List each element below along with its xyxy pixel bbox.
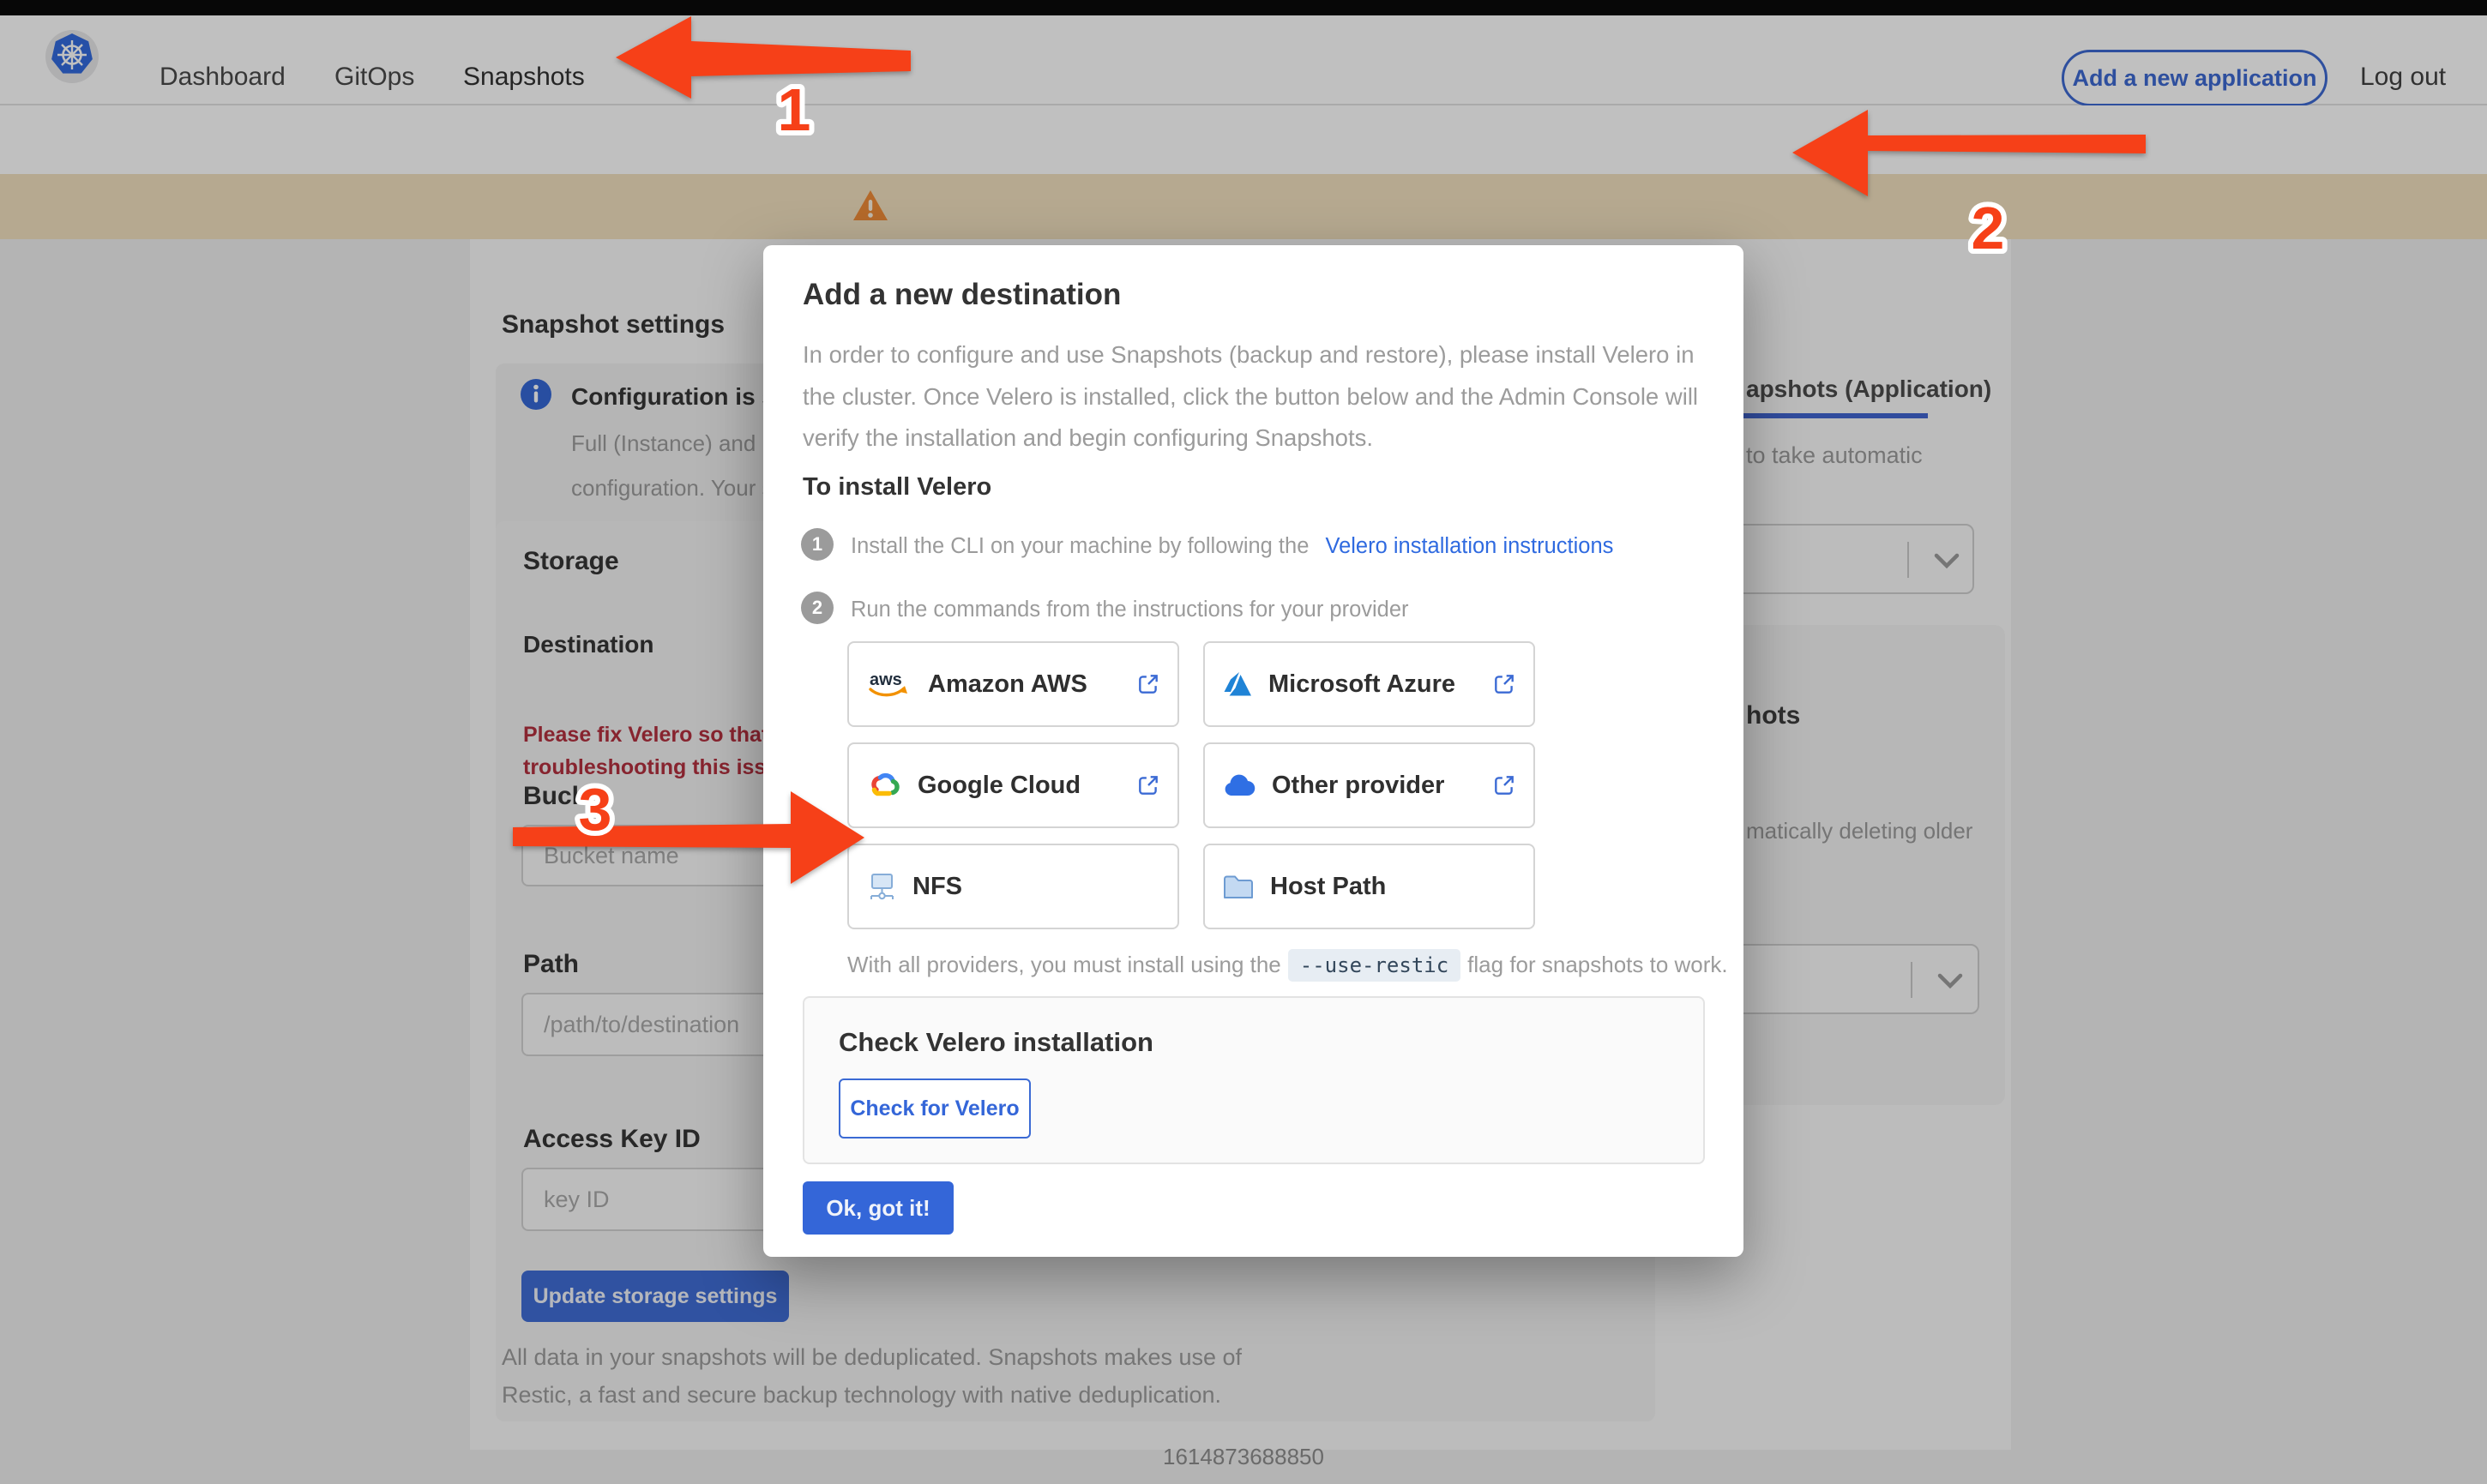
provider-label: NFS bbox=[912, 873, 1160, 901]
install-velero-heading: To install Velero bbox=[803, 473, 991, 502]
modal-intro-text: In order to configure and use Snapshots … bbox=[803, 334, 1710, 460]
provider-label: Google Cloud bbox=[918, 772, 1121, 800]
restic-flag-code: --use-restic bbox=[1288, 949, 1460, 982]
step-1-label: Install the CLI on your machine by follo… bbox=[851, 534, 1309, 558]
modal-title: Add a new destination bbox=[803, 278, 1121, 312]
check-velero-heading: Check Velero installation bbox=[839, 1027, 1153, 1058]
provider-label: Other provider bbox=[1272, 772, 1477, 800]
provider-button-aws[interactable]: aws Amazon AWS bbox=[847, 641, 1179, 727]
google-cloud-icon bbox=[866, 772, 902, 799]
azure-icon bbox=[1222, 670, 1253, 698]
provider-button-host-path[interactable]: Host Path bbox=[1203, 844, 1535, 929]
provider-button-azure[interactable]: Microsoft Azure bbox=[1203, 641, 1535, 727]
velero-instructions-link[interactable]: Velero installation instructions bbox=[1325, 534, 1613, 558]
restic-note-suffix: flag for snapshots to work. bbox=[1467, 952, 1727, 977]
ok-got-it-button[interactable]: Ok, got it! bbox=[803, 1181, 954, 1235]
restic-note: With all providers, you must install usi… bbox=[847, 952, 1728, 978]
external-link-icon bbox=[1492, 672, 1516, 696]
provider-button-google-cloud[interactable]: Google Cloud bbox=[847, 742, 1179, 828]
folder-icon bbox=[1222, 873, 1255, 900]
nfs-network-icon bbox=[866, 872, 897, 901]
add-destination-modal: Add a new destination In order to config… bbox=[763, 245, 1743, 1257]
step-2-badge: 2 bbox=[801, 592, 834, 624]
external-link-icon bbox=[1136, 672, 1160, 696]
provider-button-nfs[interactable]: NFS bbox=[847, 844, 1179, 929]
external-link-icon bbox=[1492, 773, 1516, 797]
svg-text:aws: aws bbox=[870, 670, 902, 689]
step-1-text: Install the CLI on your machine by follo… bbox=[851, 534, 1613, 559]
restic-note-prefix: With all providers, you must install usi… bbox=[847, 952, 1281, 977]
external-link-icon bbox=[1136, 773, 1160, 797]
provider-label: Microsoft Azure bbox=[1268, 670, 1477, 699]
check-for-velero-button[interactable]: Check for Velero bbox=[839, 1078, 1031, 1139]
cloud-icon bbox=[1222, 772, 1256, 798]
provider-label: Amazon AWS bbox=[928, 670, 1121, 699]
aws-icon: aws bbox=[866, 669, 912, 700]
page: Dashboard GitOps Snapshots Add a new app… bbox=[0, 0, 2487, 1484]
provider-button-other[interactable]: Other provider bbox=[1203, 742, 1535, 828]
provider-label: Host Path bbox=[1270, 873, 1516, 901]
step-2-text: Run the commands from the instructions f… bbox=[851, 598, 1409, 622]
step-1-badge: 1 bbox=[801, 528, 834, 561]
